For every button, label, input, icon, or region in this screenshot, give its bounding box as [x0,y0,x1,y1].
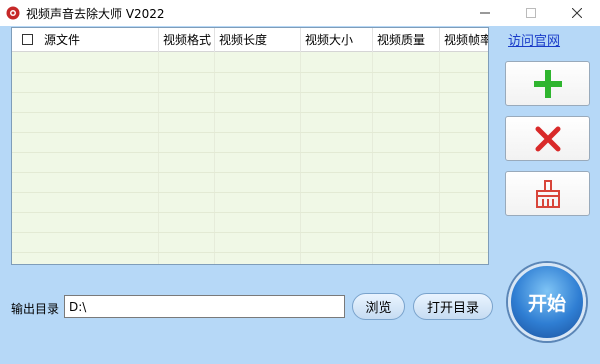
title-bar: 视频声音去除大师 V2022 [0,0,600,26]
cross-icon [535,126,560,151]
grid-row-divider [12,232,488,233]
grid-row-divider [12,112,488,113]
column-header-quality[interactable]: 视频质量 [373,28,440,52]
grid-header: 源文件 视频格式 视频长度 视频大小 视频质量 视频帧率 [12,28,489,52]
visit-website-link[interactable]: 访问官网 [508,30,560,49]
column-header-label: 视频质量 [377,33,426,47]
grid-column-divider [372,52,373,264]
grid-row-divider [12,172,488,173]
browse-button[interactable]: 浏览 [352,293,405,320]
open-directory-button[interactable]: 打开目录 [413,293,493,320]
maximize-button[interactable] [508,0,554,26]
grid-row-divider [12,212,488,213]
grid-column-divider [300,52,301,264]
column-header-framerate[interactable]: 视频帧率 [440,28,489,52]
column-header-label: 视频大小 [305,33,354,47]
grid-column-divider [158,52,159,264]
grid-row-divider [12,132,488,133]
column-header-size[interactable]: 视频大小 [301,28,373,52]
column-header-label: 视频帧率 [444,33,489,47]
column-header-source-file[interactable]: 源文件 [12,28,159,52]
window-title: 视频声音去除大师 V2022 [26,7,165,21]
start-button-label: 开始 [527,292,566,315]
app-window: 视频声音去除大师 V2022 源文件 视频格式 视频长度 视频大小 视频质量 视… [0,0,600,364]
minimize-button[interactable] [462,0,508,26]
column-header-duration[interactable]: 视频长度 [215,28,301,52]
grid-row-divider [12,192,488,193]
output-directory-input[interactable] [64,295,345,318]
grid-row-divider [12,72,488,73]
plus-icon [533,69,562,98]
close-icon [572,8,582,18]
file-list-grid[interactable]: 源文件 视频格式 视频长度 视频大小 视频质量 视频帧率 [11,27,489,265]
broom-icon [535,179,560,208]
grid-row-divider [12,152,488,153]
remove-file-button[interactable] [505,116,590,161]
clear-list-button[interactable] [505,171,590,216]
column-header-label: 视频长度 [219,33,268,47]
column-header-label: 视频格式 [163,33,212,47]
close-button[interactable] [554,0,600,26]
add-file-button[interactable] [505,61,590,106]
grid-column-divider [214,52,215,264]
column-header-label: 源文件 [44,33,81,47]
grid-row-divider [12,92,488,93]
minimize-icon [480,12,490,14]
column-header-format[interactable]: 视频格式 [159,28,215,52]
output-directory-label: 输出目录 [11,302,60,316]
maximize-icon [526,8,536,18]
grid-row-divider [12,252,488,253]
select-all-checkbox[interactable] [22,34,33,45]
start-button[interactable]: 开始 [508,263,586,341]
grid-column-divider [439,52,440,264]
app-icon [6,6,20,20]
